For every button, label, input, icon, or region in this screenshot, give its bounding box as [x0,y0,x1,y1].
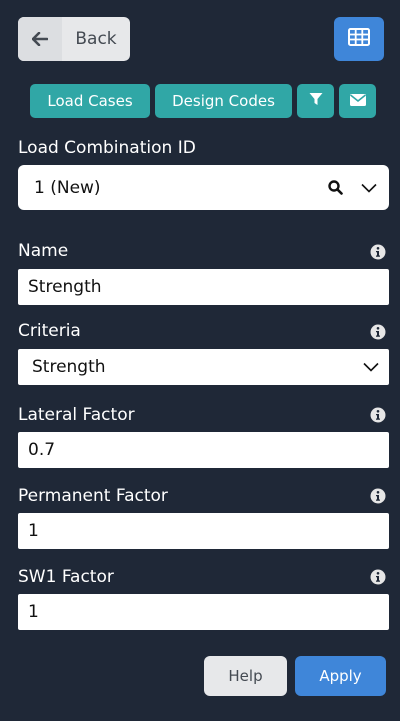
criteria-value: Strength [32,357,106,377]
toolbar: Load Cases Design Codes [30,84,376,118]
permanent-factor-label: Permanent Factor [18,486,168,506]
help-button[interactable]: Help [204,656,287,696]
lateral-factor-input[interactable]: 0.7 [18,432,389,468]
permanent-factor-input[interactable]: 1 [18,513,389,549]
filter-icon [309,92,323,110]
name-label: Name [18,241,69,261]
criteria-label: Criteria [18,321,81,341]
load-cases-button[interactable]: Load Cases [30,84,150,118]
table-view-button[interactable] [334,17,384,61]
name-input[interactable]: Strength [18,269,389,305]
lateral-factor-label: Lateral Factor [18,405,135,425]
permanent-factor-value: 1 [28,521,39,541]
email-button[interactable] [339,84,376,118]
info-icon[interactable] [370,324,386,340]
info-icon[interactable] [370,244,386,260]
sw1-factor-label: SW1 Factor [18,567,114,587]
info-icon[interactable] [370,407,386,423]
design-codes-button[interactable]: Design Codes [155,84,292,118]
info-icon[interactable] [370,488,386,504]
apply-button[interactable]: Apply [295,656,386,696]
info-icon[interactable] [370,569,386,585]
sw1-factor-value: 1 [28,602,39,622]
filter-button[interactable] [297,84,334,118]
arrow-left-icon [18,17,62,61]
envelope-icon [349,92,366,110]
sw1-factor-input[interactable]: 1 [18,594,389,630]
chevron-down-icon [361,362,381,372]
back-button[interactable]: Back [18,17,130,61]
criteria-select[interactable]: Strength [18,349,389,385]
chevron-down-icon[interactable] [359,183,379,193]
name-value: Strength [28,277,102,297]
combination-value: 1 (New) [34,177,101,198]
search-icon[interactable] [325,180,345,195]
lateral-factor-value: 0.7 [28,440,56,460]
table-grid-icon [348,28,370,50]
back-button-label: Back [75,29,117,49]
combination-select[interactable]: 1 (New) [18,165,389,210]
combination-label: Load Combination ID [18,138,196,158]
